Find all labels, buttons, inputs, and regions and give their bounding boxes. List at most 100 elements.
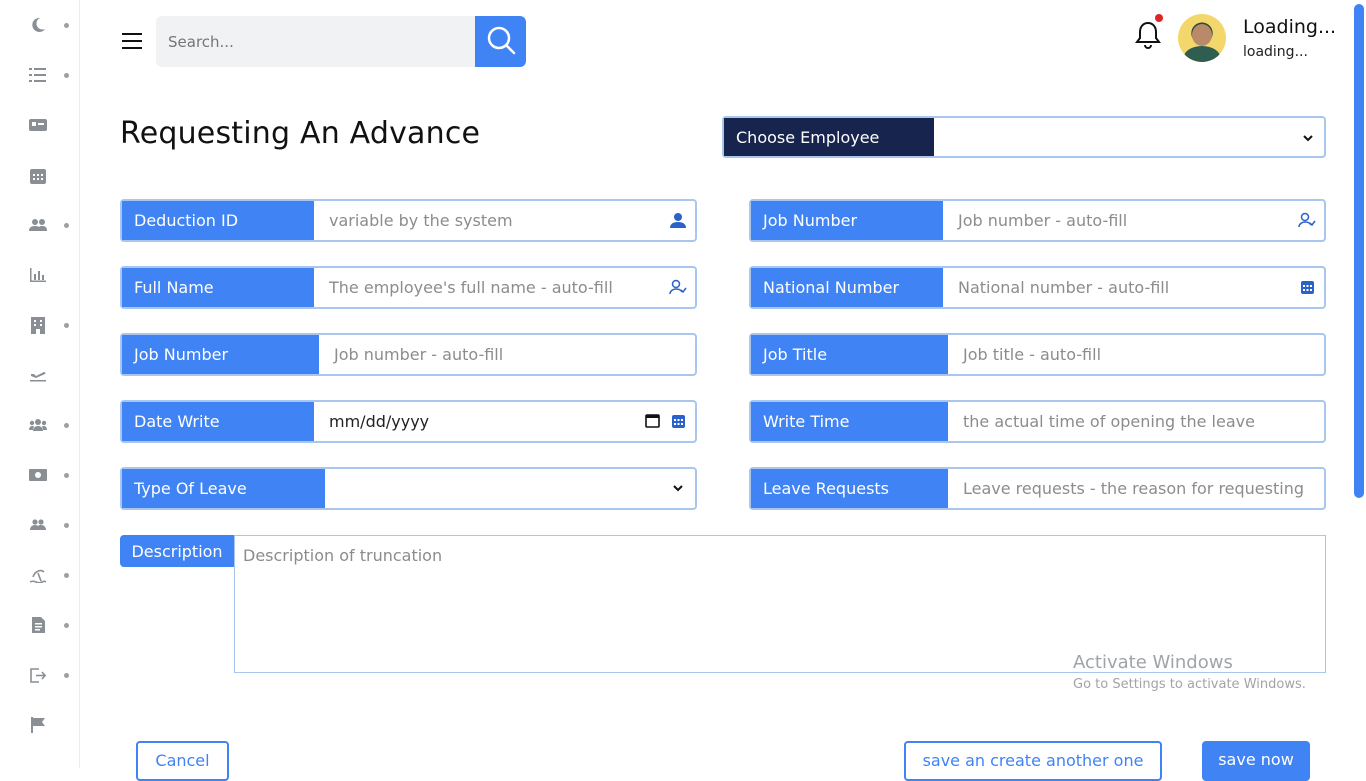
calendar-icon	[26, 163, 50, 187]
sidebar-item-beach[interactable]	[26, 563, 76, 587]
job-title-label: Job Title	[751, 335, 948, 374]
sidebar-dot	[64, 72, 69, 78]
sidebar	[0, 0, 80, 768]
date-write-input[interactable]: mm/dd/yyyy	[314, 402, 695, 441]
job-number-right-input[interactable]: Job number - auto-fill	[943, 201, 1324, 240]
activate-windows-title: Activate Windows	[1073, 652, 1233, 673]
users-icon	[26, 213, 50, 237]
sidebar-item-moon[interactable]	[26, 13, 76, 37]
sidebar-item-calendar[interactable]	[26, 163, 76, 187]
job-title-field: Job Title Job title - auto-fill	[749, 333, 1326, 376]
group-icon	[26, 513, 50, 537]
id-card-icon	[26, 113, 50, 137]
cancel-button[interactable]: Cancel	[136, 741, 229, 781]
building-icon	[26, 313, 50, 337]
national-number-field: National Number National number - auto-f…	[749, 266, 1326, 309]
search-button[interactable]	[475, 16, 526, 67]
national-number-placeholder: National number - auto-fill	[958, 278, 1170, 297]
choose-employee-label: Choose Employee	[724, 118, 934, 156]
national-number-label: National Number	[751, 268, 943, 307]
full-name-label: Full Name	[122, 268, 314, 307]
write-time-field: Write Time the actual time of opening th…	[749, 400, 1326, 443]
deduction-id-input[interactable]: variable by the system	[314, 201, 695, 240]
leave-requests-input[interactable]: Leave requests - the reason for requesti…	[948, 469, 1324, 508]
hamburger-line	[122, 40, 142, 42]
job-number-left-label: Job Number	[122, 335, 319, 374]
menu-toggle-button[interactable]	[122, 33, 142, 49]
type-of-leave-select[interactable]	[325, 469, 695, 508]
write-time-input[interactable]: the actual time of opening the leave	[948, 402, 1324, 441]
chevron-down-icon	[1302, 129, 1314, 148]
choose-employee-select[interactable]: Choose Employee	[722, 116, 1326, 158]
sidebar-item-document[interactable]	[26, 613, 76, 637]
sidebar-item-building[interactable]	[26, 313, 76, 337]
leave-requests-field: Leave Requests Leave requests - the reas…	[749, 467, 1326, 510]
leave-requests-label: Leave Requests	[751, 469, 948, 508]
sidebar-item-plane[interactable]	[26, 363, 76, 387]
sidebar-item-money[interactable]	[26, 463, 76, 487]
save-now-button[interactable]: save now	[1202, 741, 1310, 781]
logout-icon	[26, 663, 50, 687]
notification-badge	[1155, 14, 1163, 22]
search-input[interactable]	[156, 16, 475, 67]
date-write-label: Date Write	[122, 402, 314, 441]
job-title-input[interactable]: Job title - auto-fill	[948, 335, 1324, 374]
sidebar-item-group[interactable]	[26, 513, 76, 537]
full-name-placeholder: The employee's full name - auto-fill	[329, 278, 613, 297]
sidebar-dot	[64, 572, 69, 578]
job-number-right-field: Job Number Job number - auto-fill	[749, 199, 1326, 242]
hamburger-line	[122, 47, 142, 49]
scrollbar-thumb[interactable]	[1354, 4, 1364, 498]
sidebar-dot	[64, 22, 69, 28]
sidebar-item-team[interactable]	[26, 413, 76, 437]
save-and-create-another-button[interactable]: save an create another one	[904, 741, 1162, 781]
description-label: Description	[120, 535, 234, 567]
deduction-id-placeholder: variable by the system	[329, 211, 513, 230]
sidebar-item-flag[interactable]	[26, 713, 76, 737]
date-write-field: Date Write mm/dd/yyyy	[120, 400, 697, 443]
date-picker-icon[interactable]	[645, 413, 661, 429]
job-number-right-label: Job Number	[751, 201, 943, 240]
bell-icon	[1135, 21, 1161, 54]
leave-requests-placeholder: Leave requests - the reason for requesti…	[963, 479, 1304, 498]
full-name-field: Full Name The employee's full name - aut…	[120, 266, 697, 309]
sidebar-dot	[64, 422, 69, 428]
type-of-leave-label: Type Of Leave	[122, 469, 325, 508]
deduction-id-field: Deduction ID variable by the system	[120, 199, 697, 242]
sidebar-item-logout[interactable]	[26, 663, 76, 687]
user-check-icon	[669, 278, 687, 296]
user-name: Loading...	[1243, 16, 1337, 38]
sidebar-dot	[64, 222, 69, 228]
sidebar-dot	[64, 522, 69, 528]
search-bar	[156, 16, 526, 67]
job-title-placeholder: Job title - auto-fill	[963, 345, 1102, 364]
chart-icon	[26, 263, 50, 287]
job-number-left-field: Job Number Job number - auto-fill	[120, 333, 697, 376]
flag-icon	[26, 713, 50, 737]
description-placeholder: Description of truncation	[243, 546, 443, 565]
sidebar-item-checklist[interactable]	[26, 63, 76, 87]
avatar[interactable]	[1178, 14, 1226, 62]
sidebar-item-id-card[interactable]	[26, 113, 76, 137]
job-number-left-input[interactable]: Job number - auto-fill	[319, 335, 695, 374]
plane-icon	[26, 363, 50, 387]
notification-button[interactable]	[1135, 14, 1165, 54]
job-number-left-placeholder: Job number - auto-fill	[334, 345, 504, 364]
sidebar-item-chart[interactable]	[26, 263, 76, 287]
money-icon	[26, 463, 50, 487]
avatar-head	[1192, 24, 1212, 46]
sidebar-dot	[64, 322, 69, 328]
scrollbar[interactable]	[1352, 0, 1366, 768]
calendar-icon	[1298, 278, 1316, 296]
type-of-leave-field[interactable]: Type Of Leave	[120, 467, 697, 510]
sidebar-dot	[64, 672, 69, 678]
full-name-input[interactable]: The employee's full name - auto-fill	[314, 268, 695, 307]
user-status: loading...	[1243, 44, 1308, 60]
page-title: Requesting An Advance	[120, 116, 481, 151]
user-check-icon	[1298, 211, 1316, 229]
hamburger-line	[122, 33, 142, 35]
top-bar: Loading... loading...	[80, 0, 1352, 82]
deduction-id-label: Deduction ID	[122, 201, 314, 240]
sidebar-item-users[interactable]	[26, 213, 76, 237]
national-number-input[interactable]: National number - auto-fill	[943, 268, 1324, 307]
